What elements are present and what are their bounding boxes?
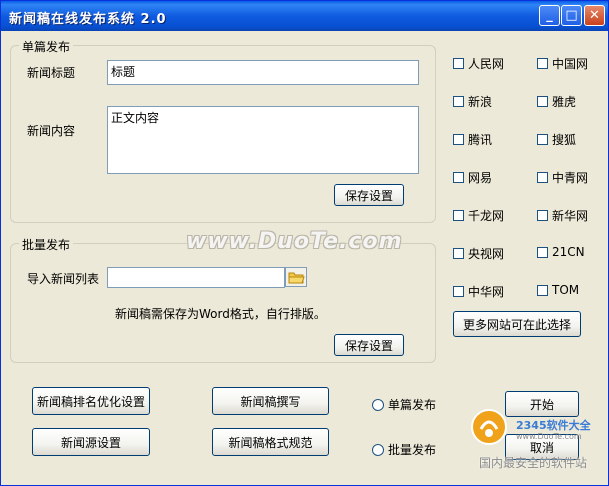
- radio-circle[interactable]: [372, 398, 384, 411]
- site-checkbox-youth[interactable]: 中青网: [537, 169, 588, 186]
- logo-text: 2345软件大全: [516, 419, 591, 432]
- news-content-label: 新闻内容: [27, 124, 76, 138]
- radio-label: 批量发布: [388, 443, 437, 457]
- logo-url: www.DuoTe.com: [516, 432, 582, 441]
- app-window: 新闻稿在线发布系统 2.0 _ □ ✕ 单篇发布 新闻标题 标题 新闻内容 正文…: [0, 0, 609, 486]
- import-list-input[interactable]: [107, 267, 285, 288]
- site-label: 央视网: [468, 247, 505, 261]
- radio-label: 单篇发布: [388, 398, 437, 412]
- site-checkbox-tom[interactable]: TOM: [537, 283, 579, 297]
- checkbox-box[interactable]: [453, 210, 464, 221]
- checkbox-box[interactable]: [537, 172, 548, 183]
- duote-logo-icon: [471, 409, 507, 445]
- site-label: 新华网: [552, 209, 589, 223]
- site-checkbox-qianlong[interactable]: 千龙网: [453, 207, 504, 224]
- checkbox-box[interactable]: [537, 96, 548, 107]
- start-button[interactable]: 开始: [505, 391, 579, 417]
- checkbox-box[interactable]: [537, 284, 548, 296]
- radio-circle[interactable]: [372, 443, 384, 456]
- single-publish-group: 单篇发布 新闻标题 标题 新闻内容 正文内容 保存设置: [10, 38, 436, 223]
- window-title: 新闻稿在线发布系统 2.0: [9, 12, 167, 27]
- write-news-button[interactable]: 新闻稿撰写: [212, 387, 329, 415]
- site-checkbox-21cn[interactable]: 21CN: [537, 245, 585, 259]
- folder-icon: [288, 272, 305, 284]
- checkbox-box[interactable]: [453, 248, 464, 259]
- checkbox-box[interactable]: [537, 134, 548, 145]
- checkbox-box[interactable]: [453, 286, 464, 297]
- checkbox-box[interactable]: [453, 58, 464, 69]
- single-publish-legend: 单篇发布: [19, 38, 74, 55]
- mode-radio-batch[interactable]: 批量发布: [372, 441, 436, 458]
- news-content-textarea[interactable]: 正文内容: [107, 106, 419, 174]
- minimize-button[interactable]: _: [539, 5, 560, 26]
- single-save-button[interactable]: 保存设置: [334, 184, 404, 206]
- checkbox-box[interactable]: [537, 58, 548, 69]
- site-checkbox-zhonghua[interactable]: 中华网: [453, 283, 504, 300]
- batch-publish-group: 批量发布 导入新闻列表 新闻稿需保存为Word格式，自行排版。 保存设置: [10, 236, 436, 363]
- site-label: 新浪: [468, 95, 493, 109]
- more-sites-button[interactable]: 更多网站可在此选择: [453, 311, 581, 337]
- site-label: 人民网: [468, 57, 505, 71]
- site-checkbox-sina[interactable]: 新浪: [453, 93, 492, 110]
- site-checkbox-cctv[interactable]: 央视网: [453, 245, 504, 262]
- site-label: 中国网: [552, 57, 589, 71]
- checkbox-box[interactable]: [453, 134, 464, 145]
- checkbox-box[interactable]: [537, 210, 548, 221]
- site-checkbox-sohu[interactable]: 搜狐: [537, 131, 576, 148]
- seo-settings-button[interactable]: 新闻稿排名优化设置: [32, 387, 150, 415]
- news-title-input[interactable]: 标题: [107, 60, 419, 85]
- site-label: TOM: [552, 283, 580, 297]
- watermark-text: www.DuoTe.com: [186, 229, 403, 254]
- site-checkbox-renmin[interactable]: 人民网: [453, 55, 504, 72]
- word-format-note: 新闻稿需保存为Word格式，自行排版。: [115, 307, 326, 321]
- format-spec-button[interactable]: 新闻稿格式规范: [212, 428, 329, 456]
- maximize-button[interactable]: □: [561, 5, 582, 26]
- import-list-label: 导入新闻列表: [27, 272, 100, 286]
- site-label: 雅虎: [552, 95, 577, 109]
- site-label: 搜狐: [552, 133, 577, 147]
- site-label: 中华网: [468, 285, 505, 299]
- site-checkbox-xinhua[interactable]: 新华网: [537, 207, 588, 224]
- close-button[interactable]: ✕: [584, 5, 605, 26]
- title-bar[interactable]: 新闻稿在线发布系统 2.0 _ □ ✕: [1, 1, 608, 31]
- news-source-button[interactable]: 新闻源设置: [32, 428, 150, 456]
- site-checkbox-yahoo[interactable]: 雅虎: [537, 93, 576, 110]
- checkbox-box[interactable]: [537, 246, 548, 258]
- mode-radio-single[interactable]: 单篇发布: [372, 396, 436, 413]
- site-checkbox-tencent[interactable]: 腾讯: [453, 131, 492, 148]
- site-checkbox-netease[interactable]: 网易: [453, 169, 492, 186]
- site-label: 中青网: [552, 171, 589, 185]
- site-label: 腾讯: [468, 133, 493, 147]
- news-title-label: 新闻标题: [27, 66, 76, 80]
- site-checkbox-china[interactable]: 中国网: [537, 55, 588, 72]
- checkbox-box[interactable]: [453, 172, 464, 183]
- site-label: 千龙网: [468, 209, 505, 223]
- site-label: 网易: [468, 171, 493, 185]
- batch-publish-legend: 批量发布: [19, 236, 74, 253]
- logo-slogan: 国内最安全的软件站: [479, 456, 588, 470]
- batch-save-button[interactable]: 保存设置: [334, 334, 404, 356]
- site-label: 21CN: [552, 245, 585, 259]
- checkbox-box[interactable]: [453, 96, 464, 107]
- browse-folder-button[interactable]: [285, 267, 307, 287]
